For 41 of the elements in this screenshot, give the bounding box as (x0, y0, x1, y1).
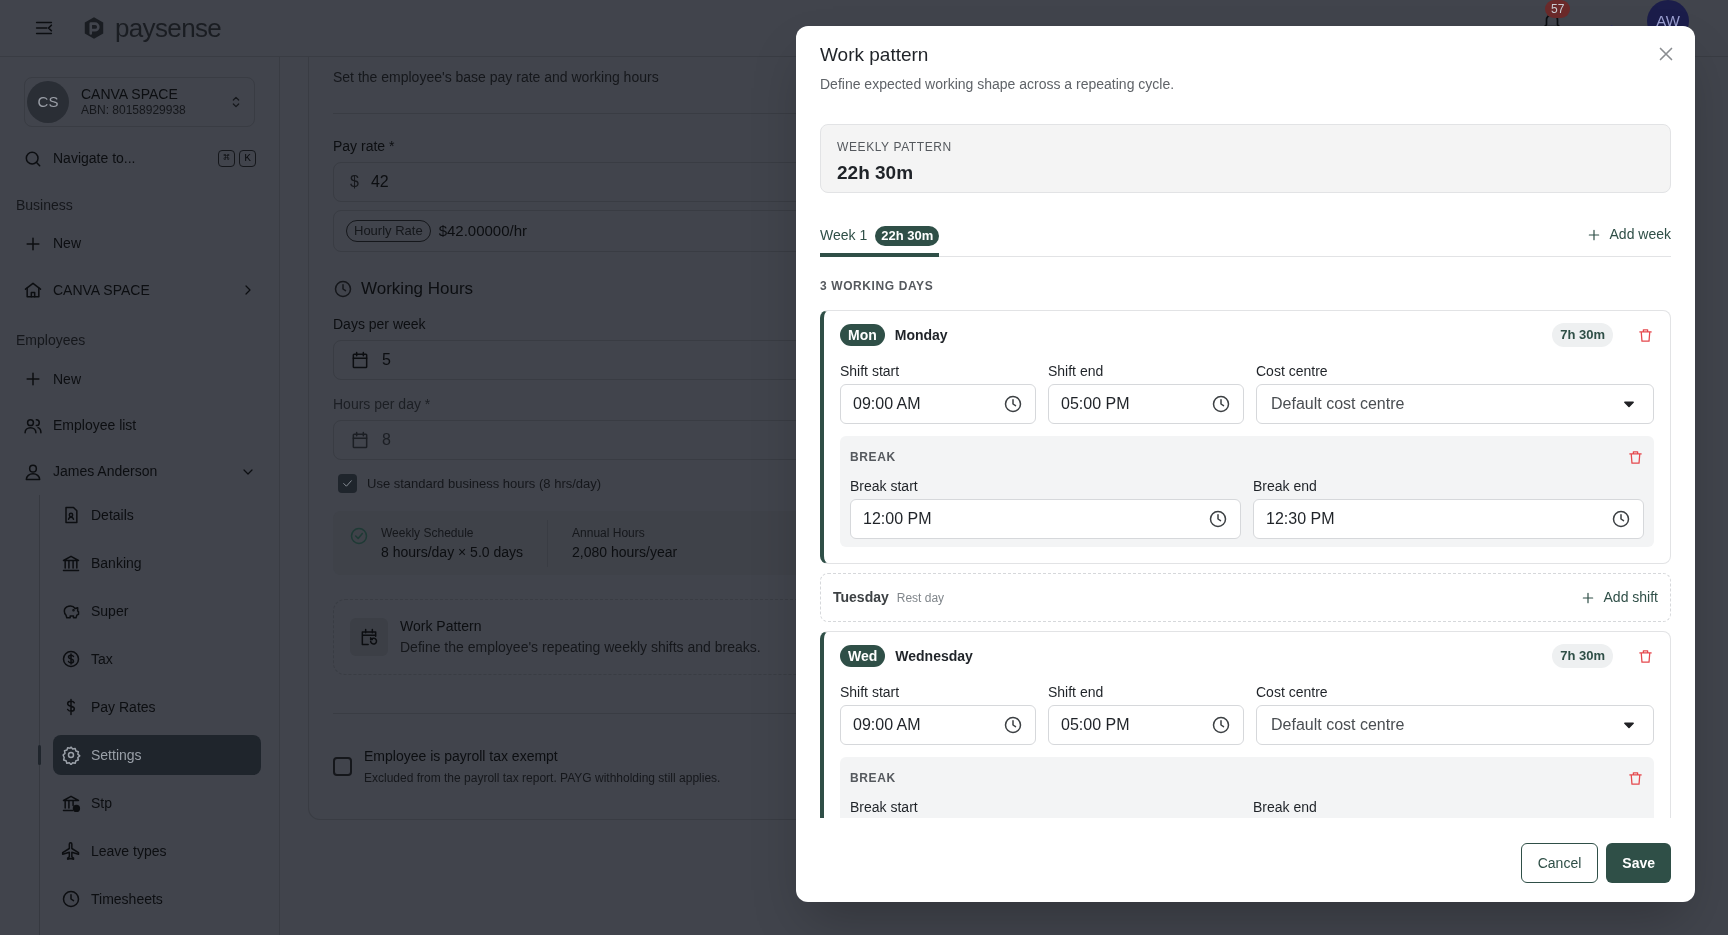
field-label: Pay rate * (333, 137, 395, 156)
notification-count: 57 (1545, 0, 1571, 18)
panel-label: BREAK (850, 449, 896, 466)
field-label: Shift start (840, 362, 900, 381)
stat-value: 2,080 hours/year (572, 542, 678, 562)
panel-label: WEEKLY PATTERN (837, 139, 952, 156)
field-label: Shift end (1048, 362, 1104, 381)
field-label: Break end (1253, 477, 1317, 496)
day-name: Monday (894, 325, 948, 345)
field-label: Cost centre (1256, 362, 1328, 381)
field-label: Shift end (1048, 683, 1104, 702)
org-name: CANVA SPACE (81, 85, 179, 104)
field-value: 5 (382, 349, 391, 370)
hours-badge: 7h 30m (1552, 323, 1613, 347)
field-label: Shift start (840, 683, 900, 702)
section-label: 3 WORKING DAYS (820, 278, 934, 295)
panel-label: BREAK (850, 770, 896, 787)
total-hours: 22h 30m (837, 161, 914, 185)
field-label: Days per week (333, 314, 426, 334)
shortcut-key: ⌘ (218, 150, 235, 167)
day-badge: Wed (840, 645, 886, 667)
day-badge: Mon (840, 324, 885, 346)
dialog-title: Work pattern (820, 43, 929, 67)
field-label: Cost centre (1256, 683, 1328, 702)
stat-value: 8 hours/day × 5.0 days (381, 542, 524, 562)
dialog-subtitle: Define expected working shape across a repeating cycle. (820, 74, 1175, 94)
hours-badge: 7h 30m (1552, 644, 1613, 668)
field-value: 42 (370, 172, 389, 192)
hourly-rate-value: $42.00000/hr (438, 220, 528, 241)
org-avatar: CS (27, 81, 69, 124)
card-title: Work Pattern (400, 617, 483, 636)
checkbox-label: Employee is payroll tax exempt (364, 747, 559, 766)
hours-badge: 22h 30m (875, 225, 940, 246)
field-label: Break start (850, 477, 918, 496)
day-name: Tuesday (833, 588, 889, 607)
section-title: Working Hours (361, 278, 474, 300)
currency-prefix: $ (350, 172, 359, 192)
day-name: Wednesday (895, 646, 973, 666)
field-label: Break start (850, 798, 918, 817)
field-label: Break end (1253, 798, 1317, 817)
rest-day-note: Rest day (896, 589, 945, 607)
